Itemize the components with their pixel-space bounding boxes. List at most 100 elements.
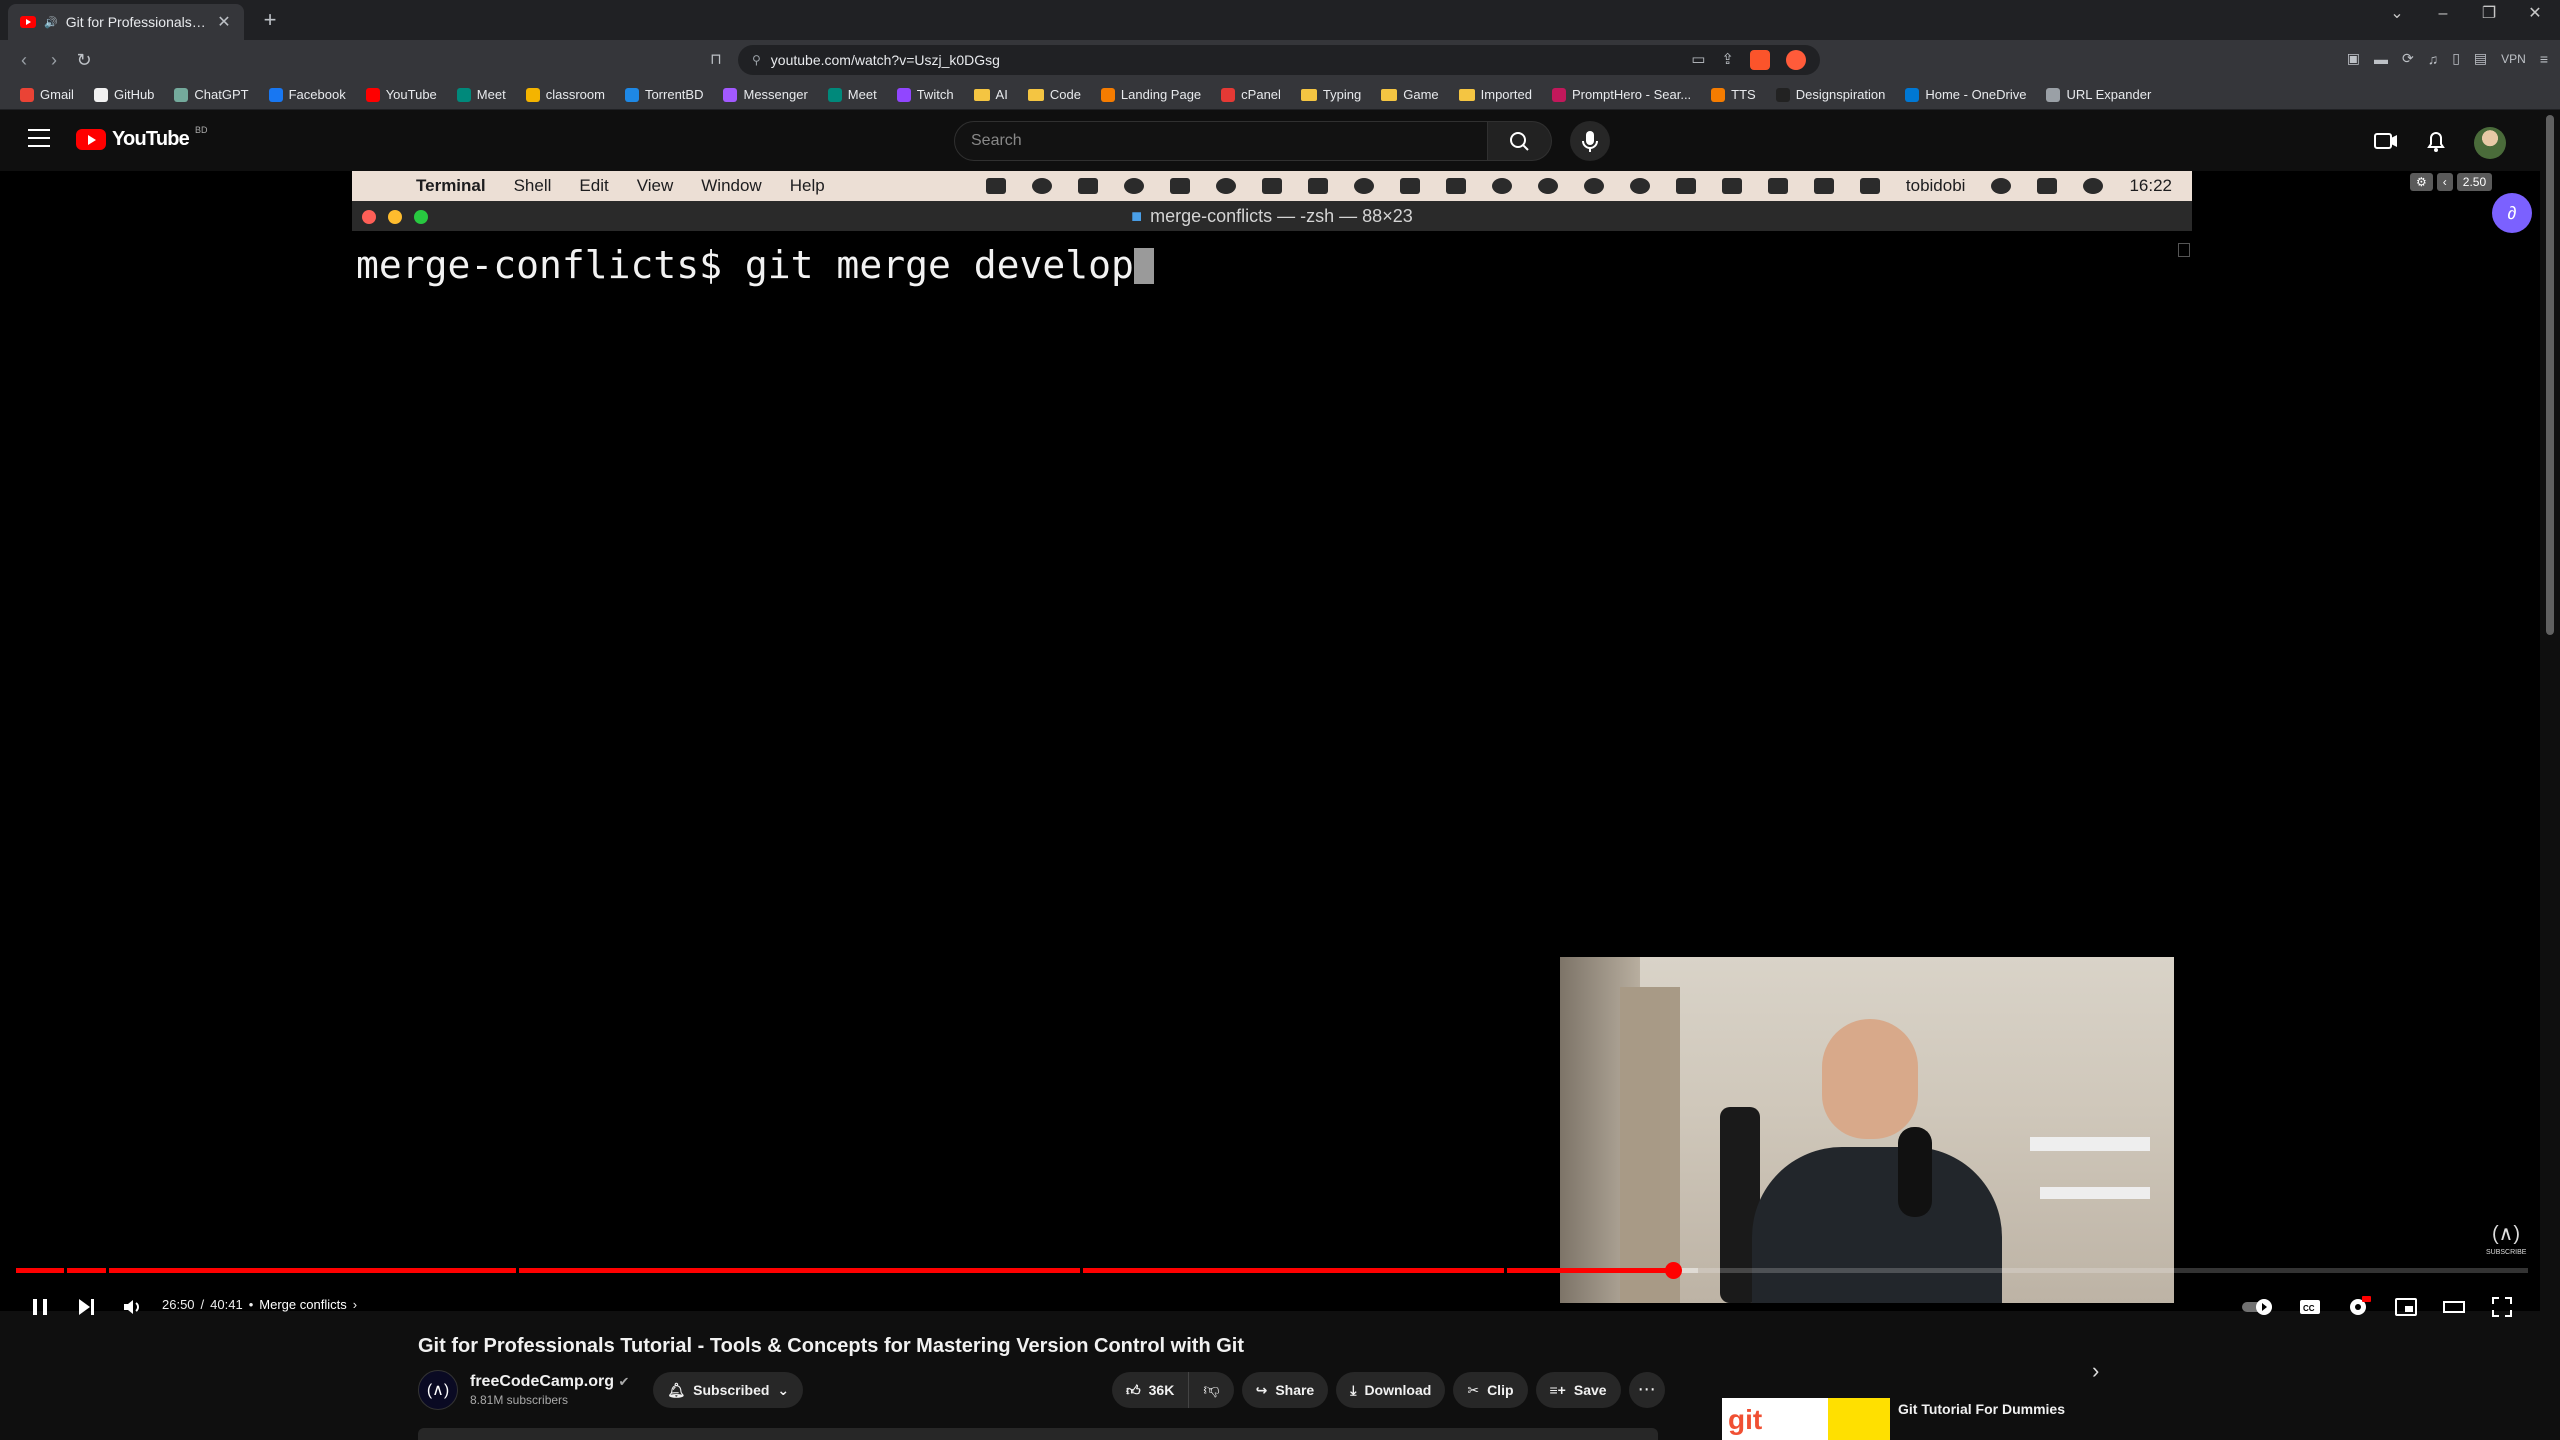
new-tab-button[interactable]: + <box>256 6 284 34</box>
bookmark-item[interactable]: Twitch <box>887 82 964 108</box>
page-scrollbar[interactable] <box>2544 111 2556 1440</box>
settings-button[interactable] <box>2336 1283 2380 1331</box>
close-dot-icon <box>362 210 376 224</box>
recommended-video[interactable]: git Git Tutorial For Dummies <box>1722 1398 2065 1440</box>
back-arrow-icon[interactable]: ‹ <box>10 46 38 74</box>
bookmark-item[interactable]: cPanel <box>1211 82 1291 108</box>
bookmark-item[interactable]: classroom <box>516 82 615 108</box>
chevron-right-icon[interactable]: › <box>2092 1358 2099 1384</box>
forward-arrow-icon[interactable]: › <box>40 46 68 74</box>
miniplayer-button[interactable] <box>2384 1283 2428 1331</box>
scrollbar-thumb[interactable] <box>2546 115 2554 635</box>
notifications-button[interactable] <box>2416 121 2456 161</box>
bookmark-favicon-icon <box>1905 87 1920 102</box>
youtube-logo[interactable]: YouTube BD <box>76 125 208 151</box>
recommended-thumbnail[interactable]: git <box>1722 1398 1890 1440</box>
bookmark-item[interactable]: GitHub <box>84 82 164 108</box>
bookmark-icon[interactable]: ⊓ <box>702 46 730 74</box>
vpn-button[interactable]: VPN <box>2501 52 2526 66</box>
more-actions-button[interactable]: ⋯ <box>1628 1372 1665 1408</box>
folder-icon <box>1027 88 1044 101</box>
extension-icon[interactable]: ▬ <box>2374 51 2388 67</box>
bookmark-favicon-icon <box>456 87 471 102</box>
bookmark-item[interactable]: Designspiration <box>1766 82 1896 108</box>
bookmark-item[interactable]: Home - OneDrive <box>1895 82 2036 108</box>
extension-icon[interactable]: ⟳ <box>2402 50 2414 67</box>
bookmark-item[interactable]: Imported <box>1449 82 1542 108</box>
bookmark-item[interactable]: Game <box>1371 82 1448 108</box>
create-button[interactable] <box>2366 121 2406 161</box>
bookmark-item[interactable]: YouTube <box>356 82 447 108</box>
bookmark-item[interactable]: Landing Page <box>1091 82 1211 108</box>
bookmark-item[interactable]: URL Expander <box>2036 82 2161 108</box>
bookmark-favicon-icon <box>268 87 283 102</box>
spotlight-icon <box>1991 178 2012 194</box>
site-info-icon[interactable]: ⚲ <box>752 53 761 67</box>
audio-playing-icon[interactable]: 🔊 <box>44 16 58 29</box>
save-button[interactable]: ≡+ Save <box>1535 1372 1621 1408</box>
close-tab-icon[interactable]: ✕ <box>216 12 232 32</box>
share-button[interactable]: ↪ Share <box>1241 1372 1329 1408</box>
browser-tab-active[interactable]: 🔊 Git for Professionals Tutorial ✕ <box>8 4 244 40</box>
bookmark-item[interactable]: ChatGPT <box>164 82 258 108</box>
time-machine-icon <box>1583 178 1604 194</box>
pause-button[interactable] <box>20 1283 60 1331</box>
bookmark-item[interactable]: Code <box>1018 82 1091 108</box>
moon-icon <box>1629 178 1650 194</box>
tab-search-icon[interactable]: ⌄ <box>2374 0 2420 28</box>
mute-button[interactable] <box>112 1283 152 1331</box>
account-avatar[interactable] <box>2474 127 2506 159</box>
brave-rewards-icon[interactable] <box>1786 50 1806 70</box>
address-bar[interactable]: ⚲ youtube.com/watch?v=Uszj_k0DGsg ▭ ⇪ <box>738 45 1820 75</box>
subscribed-button[interactable]: 🔔︎ Subscribed ⌄ <box>653 1372 804 1408</box>
bookmark-item[interactable]: Messenger <box>713 82 817 108</box>
search-input[interactable]: Search <box>954 121 1488 161</box>
scrubber-knob[interactable] <box>1665 1262 1682 1279</box>
cast-icon[interactable]: ▭ <box>1691 50 1705 70</box>
gear-icon <box>1215 178 1236 194</box>
next-button[interactable] <box>66 1283 106 1331</box>
dislike-button[interactable]: 👎︎ <box>1189 1372 1233 1408</box>
guide-menu-icon[interactable] <box>28 129 50 147</box>
fullscreen-button[interactable] <box>2480 1283 2524 1331</box>
bookmark-item[interactable]: Meet <box>447 82 516 108</box>
floating-extension-icon[interactable]: ∂ <box>2492 193 2532 233</box>
minimize-window-button[interactable]: – <box>2420 0 2466 28</box>
clip-button[interactable]: ✂ Clip <box>1453 1372 1528 1408</box>
menu-icon[interactable]: ≡ <box>2540 51 2548 67</box>
bookmark-item[interactable]: Meet <box>818 82 887 108</box>
voice-search-button[interactable] <box>1570 121 1610 161</box>
bookmark-item[interactable]: AI <box>964 82 1018 108</box>
music-icon[interactable]: ♫ <box>2428 51 2439 67</box>
brave-shields-icon[interactable] <box>1750 50 1770 70</box>
mac-menu-help: Help <box>789 176 825 195</box>
progress-bar[interactable] <box>16 1262 2528 1279</box>
bookmark-item[interactable]: TTS <box>1701 82 1766 108</box>
bookmark-item[interactable]: Typing <box>1291 82 1371 108</box>
recommended-title[interactable]: Git Tutorial For Dummies <box>1898 1401 2065 1417</box>
subtitles-button[interactable]: CC <box>2288 1283 2332 1331</box>
bookmark-item[interactable]: TorrentBD <box>615 82 714 108</box>
bookmark-item[interactable]: Gmail <box>10 82 84 108</box>
sidebar-icon[interactable]: ▯ <box>2452 50 2460 67</box>
wallet-icon[interactable]: ▤ <box>2474 50 2487 67</box>
reload-icon[interactable]: ↻ <box>70 46 98 74</box>
close-window-button[interactable]: ✕ <box>2512 0 2558 28</box>
theater-mode-button[interactable] <box>2432 1283 2476 1331</box>
search-button[interactable] <box>1488 121 1552 161</box>
share-page-icon[interactable]: ⇪ <box>1721 50 1734 70</box>
like-button[interactable]: 👍︎ 36K <box>1112 1372 1190 1408</box>
bookmark-item[interactable]: Facebook <box>259 82 356 108</box>
video-player[interactable]: Terminal Shell Edit View Window Help tob… <box>0 171 2540 1317</box>
restore-window-button[interactable]: ❐ <box>2466 0 2512 28</box>
chapter-title-button[interactable]: Merge conflicts <box>259 1297 346 1312</box>
channel-name[interactable]: freeCodeCamp.org ✔ <box>470 1373 629 1391</box>
description-box[interactable] <box>418 1428 1658 1440</box>
bookmark-label: Landing Page <box>1120 87 1202 102</box>
channel-watermark[interactable]: (∧) SUBSCRIBE <box>2486 1219 2526 1259</box>
channel-avatar[interactable]: (∧) <box>418 1370 458 1410</box>
download-button[interactable]: ⤓ Download <box>1336 1372 1446 1408</box>
bookmark-item[interactable]: PromptHero - Sear... <box>1542 82 1701 108</box>
extension-icon[interactable]: ▣ <box>2347 50 2360 67</box>
autoplay-toggle[interactable] <box>2236 1283 2284 1331</box>
